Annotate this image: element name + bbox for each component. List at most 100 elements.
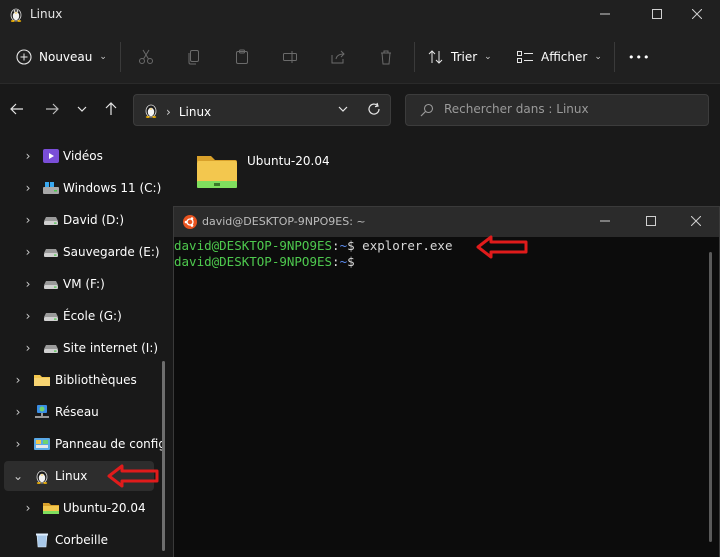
title-bar: Linux [0,0,720,30]
rename-button[interactable] [275,43,305,71]
paste-button[interactable] [227,43,257,71]
view-layout-icon [517,51,533,63]
red-arrow-left-icon [476,235,528,259]
folder-item-ubuntu[interactable]: Ubuntu-20.04 [195,148,335,196]
control-panel-icon [33,436,51,452]
terminal-scrollbar[interactable] [709,252,712,542]
sidebar-item-label: Linux [55,469,88,483]
chevron-right-icon[interactable]: › [12,437,24,451]
share-icon [331,50,345,64]
search-box[interactable] [405,94,709,126]
chevron-right-icon[interactable]: › [22,341,34,355]
sidebar-item-site-internet-i[interactable]: › Site internet (I:) [0,333,158,363]
sidebar-item-label: Ubuntu-20.04 [63,501,146,515]
navigation-bar: › Linux [0,85,720,135]
sidebar-item-vm-f[interactable]: › VM (F:) [0,269,158,299]
chevron-right-icon[interactable]: › [12,373,24,387]
chevron-down-icon [77,106,87,112]
sidebar-item-label: Bibliothèques [55,373,137,387]
chevron-down-icon[interactable]: ⌄ [12,469,24,483]
sidebar-item-ubuntu-20-04[interactable]: › Ubuntu-20.04 [0,493,158,523]
more-options-icon: ••• [628,50,651,64]
cut-button[interactable] [131,43,161,71]
sidebar-item-r-seau[interactable]: › Réseau [0,397,158,427]
address-dropdown-icon[interactable] [337,103,349,118]
more-options-button[interactable]: ••• [628,43,650,71]
rename-icon [283,51,297,63]
folder-icon [42,500,60,516]
sidebar-item-label: VM (F:) [63,277,105,291]
view-button[interactable]: Afficher ⌄ [516,43,602,71]
terminal-window[interactable]: david@DESKTOP-9NPO9ES: ~ david@DESKTOP-9… [173,206,720,557]
chevron-right-icon[interactable]: › [22,245,34,259]
terminal-output[interactable]: david@DESKTOP-9NPO9ES:~$ explorer.exe da… [174,237,719,557]
drive-icon [42,244,60,260]
terminal-command: explorer.exe [362,238,453,253]
command-bar: Nouveau ⌄ Trier ⌄ Afficher ⌄ ••• [0,30,720,84]
sidebar-item-panneau-de-config[interactable]: › Panneau de config [0,429,166,459]
minimize-icon [600,220,610,222]
sidebar-item-david-d[interactable]: › David (D:) [0,205,158,235]
windows-drive-icon [42,180,60,196]
breadcrumb-linux[interactable]: Linux [179,105,211,119]
drive-icon [42,308,60,324]
close-button[interactable] [674,0,720,28]
chevron-right-icon[interactable]: › [22,277,34,291]
chevron-down-icon: ⌄ [484,52,492,62]
sidebar-scrollbar[interactable] [162,361,165,551]
terminal-line: david@DESKTOP-9NPO9ES:~$ explorer.exe [174,238,453,253]
plus-circle-icon [16,49,32,65]
back-button[interactable] [5,97,29,121]
address-bar[interactable]: › Linux [133,94,391,126]
arrow-up-icon [105,102,117,115]
sidebar-item-vid-os[interactable]: › Vidéos [0,141,158,171]
breadcrumb-separator-icon: › [166,104,171,119]
chevron-right-icon[interactable]: › [22,309,34,323]
view-button-label: Afficher [541,50,588,64]
sidebar-item-cole-g[interactable]: › École (G:) [0,301,158,331]
chevron-right-icon[interactable]: › [22,213,34,227]
red-arrow-left-icon [107,464,159,488]
forward-button[interactable] [40,97,64,121]
chevron-right-icon[interactable]: › [22,501,34,515]
chevron-down-icon: ⌄ [99,52,107,62]
ubuntu-logo-icon [183,215,197,232]
share-button[interactable] [323,43,353,71]
chevron-right-icon[interactable]: › [22,149,34,163]
up-button[interactable] [99,97,123,121]
network-icon [33,404,51,420]
sidebar-item-label: Panneau de config [55,437,166,451]
window-title: Linux [30,7,63,21]
search-input[interactable] [444,102,694,116]
maximize-icon [646,216,656,226]
sidebar-item-label: Vidéos [63,149,103,163]
scissors-icon [139,49,153,64]
sidebar-item-label: David (D:) [63,213,125,227]
drive-icon [42,212,60,228]
minimize-icon [600,13,610,15]
refresh-icon[interactable] [367,102,381,119]
recent-locations-button[interactable] [70,97,94,121]
linux-penguin-icon [144,102,158,121]
delete-button[interactable] [371,43,401,71]
new-button[interactable]: Nouveau ⌄ [16,43,107,71]
maximize-icon [652,9,662,19]
sidebar-item-windows-11-c[interactable]: › Windows 11 (C:) [0,173,162,203]
recycle-bin-icon [33,532,51,548]
chevron-right-icon[interactable]: › [22,181,34,195]
sidebar-item-corbeille[interactable]: Corbeille [0,525,158,555]
sidebar-item-sauvegarde-e[interactable]: › Sauvegarde (E:) [0,237,160,267]
terminal-close-button[interactable] [673,207,719,235]
sidebar-item-biblioth-ques[interactable]: › Bibliothèques [0,365,158,395]
drive-icon [42,276,60,292]
clipboard-icon [236,49,248,64]
terminal-title-bar[interactable]: david@DESKTOP-9NPO9ES: ~ [174,207,719,237]
sort-arrows-icon [428,50,443,64]
chevron-right-icon[interactable]: › [12,405,24,419]
terminal-minimize-button[interactable] [582,207,628,235]
terminal-maximize-button[interactable] [628,207,674,235]
arrow-left-icon [10,103,23,115]
copy-button[interactable] [179,43,209,71]
sort-button[interactable]: Trier ⌄ [428,43,492,71]
minimize-button[interactable] [582,0,628,28]
